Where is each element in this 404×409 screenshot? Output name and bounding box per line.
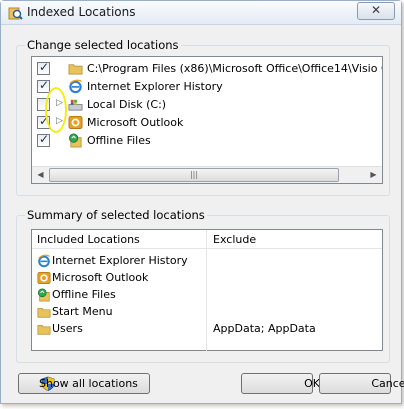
column-included-locations[interactable]: Included Locations xyxy=(37,233,140,246)
location-checkbox[interactable] xyxy=(37,132,50,147)
locations-tree[interactable]: C:\Program Files (x86)\Microsoft Office\… xyxy=(31,56,383,184)
scroll-right-icon[interactable]: ▶ xyxy=(365,167,382,183)
close-button[interactable]: ✕ xyxy=(357,2,395,20)
tree-item[interactable]: ▷ Local Disk (C:) xyxy=(32,96,382,114)
included-location-text: Offline Files xyxy=(52,288,116,301)
included-location-text: Start Menu xyxy=(52,305,113,318)
table-row: Internet Explorer History xyxy=(32,253,382,270)
tree-item-label: C:\Program Files (x86)\Microsoft Office\… xyxy=(87,62,382,75)
show-all-locations-button[interactable]: Show all locations xyxy=(18,373,150,394)
tree-item[interactable]: Internet Explorer History xyxy=(32,78,382,96)
outlook-icon xyxy=(37,271,51,285)
tree-item[interactable]: C:\Program Files (x86)\Microsoft Office\… xyxy=(32,60,382,78)
folder-icon xyxy=(37,305,51,319)
location-checkbox[interactable] xyxy=(37,60,50,75)
table-row: Users AppData; AppData xyxy=(32,321,382,338)
folder-icon xyxy=(37,322,51,336)
tree-item-label: Internet Explorer History xyxy=(87,80,223,93)
summary-list: Included Locations Exclude Internet Expl… xyxy=(31,229,383,352)
included-location-text: Microsoft Outlook xyxy=(52,271,149,284)
tree-item-label: Offline Files xyxy=(87,134,151,147)
location-checkbox[interactable] xyxy=(37,78,50,93)
folder-icon xyxy=(68,61,83,76)
scroll-left-icon[interactable]: ◀ xyxy=(32,167,49,183)
cancel-label: Cancel xyxy=(371,377,404,390)
ok-button[interactable]: OK xyxy=(241,373,320,394)
table-row: Start Menu xyxy=(32,304,382,321)
annotation-highlight-circle xyxy=(45,87,67,133)
ie-icon xyxy=(37,254,51,268)
indexed-locations-dialog: Indexed Locations ✕ Change selected loca… xyxy=(0,0,404,404)
cancel-button[interactable]: Cancel xyxy=(319,373,404,394)
horizontal-scrollbar[interactable]: ◀ ||| ▶ xyxy=(32,166,382,183)
outlook-icon xyxy=(68,115,83,130)
show-all-locations-label: Show all locations xyxy=(39,377,138,390)
scroll-thumb[interactable]: ||| xyxy=(49,168,339,182)
list-header: Included Locations Exclude xyxy=(32,230,382,249)
table-row: Offline Files xyxy=(32,287,382,304)
column-exclude[interactable]: Exclude xyxy=(213,233,256,246)
indexing-icon xyxy=(8,7,23,20)
ie-icon xyxy=(68,79,83,94)
window-title: Indexed Locations xyxy=(27,5,136,19)
offline-files-icon xyxy=(68,133,83,148)
included-location-text: Internet Explorer History xyxy=(52,254,188,267)
table-row: Microsoft Outlook xyxy=(32,270,382,287)
tree-item-label: Microsoft Outlook xyxy=(87,116,184,129)
exclude-text: AppData; AppData xyxy=(213,322,316,335)
offline-files-icon xyxy=(37,288,51,302)
summary-label: Summary of selected locations xyxy=(25,208,207,222)
drive-icon xyxy=(68,97,83,112)
tree-item[interactable]: Offline Files xyxy=(32,132,382,150)
tree-item-label: Local Disk (C:) xyxy=(87,98,167,111)
close-icon: ✕ xyxy=(370,3,382,17)
tree-item[interactable]: ▷Microsoft Outlook xyxy=(32,114,382,132)
change-locations-label: Change selected locations xyxy=(25,38,181,52)
included-location-text: Users xyxy=(52,322,83,335)
title-bar: Indexed Locations ✕ xyxy=(1,1,401,25)
